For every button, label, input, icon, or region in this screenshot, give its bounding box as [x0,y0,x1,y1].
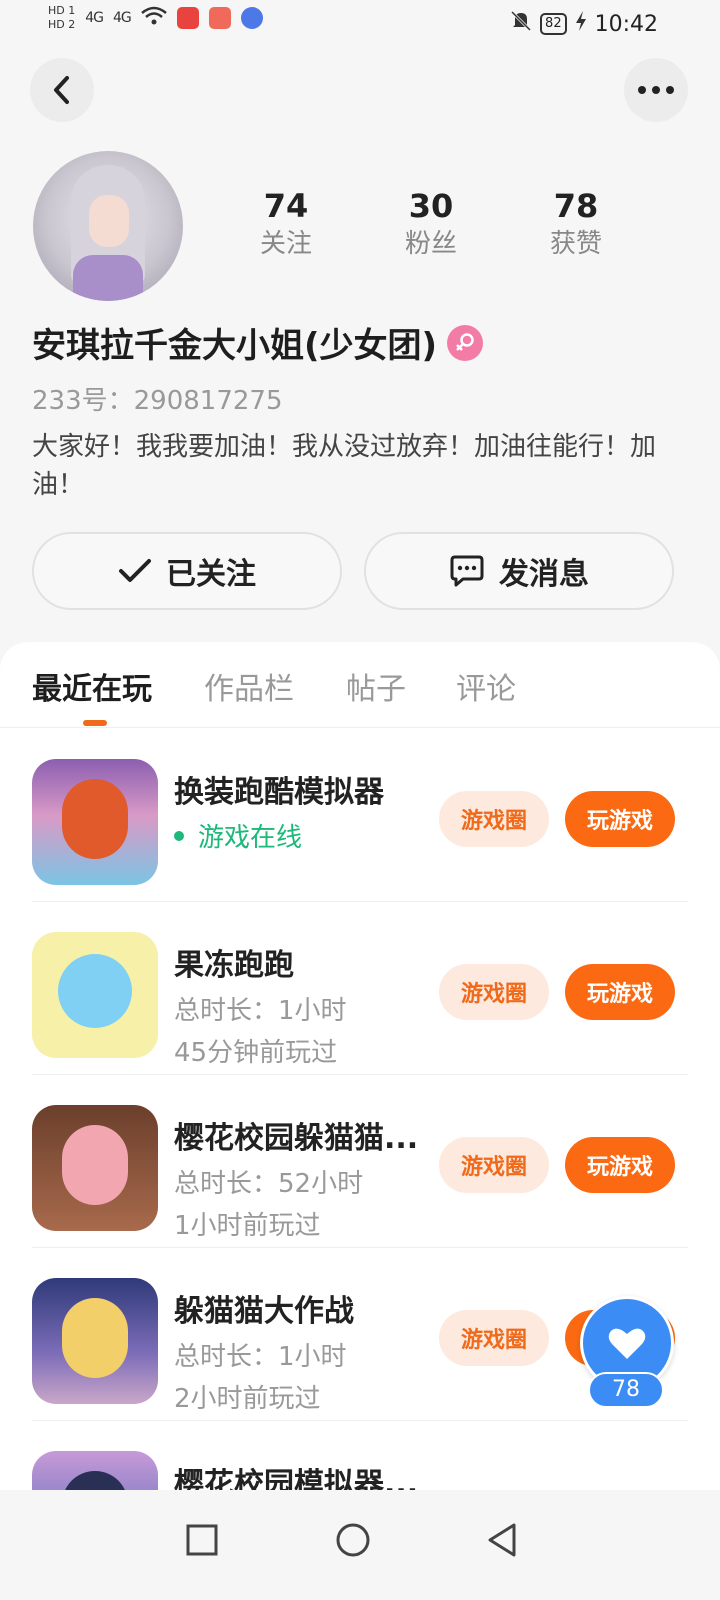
checkmark-icon [119,559,151,582]
mute-icon [510,10,532,38]
game-thumbnail [32,759,158,885]
following-button[interactable]: 已关注 [32,532,342,610]
signal-icon: 4G [85,10,104,26]
recent-apps-button[interactable] [172,1510,232,1570]
back-button[interactable] [30,58,94,122]
game-thumbnail [32,932,158,1058]
like-count-badge: 78 [588,1372,664,1408]
game-row[interactable]: 换装跑酷模拟器 游戏在线 游戏圈 玩游戏 [32,729,688,902]
app-notification-icon [176,7,199,29]
game-row[interactable]: 樱花校园躲猫猫... 总时长：52小时 1小时前玩过 游戏圈 玩游戏 [32,1075,688,1248]
chat-bubble-icon [450,555,484,587]
hd-indicator: HD 1 HD 2 [48,4,76,31]
wifi-icon [140,6,167,30]
game-name: 躲猫猫大作战 [174,1294,354,1329]
followers-count: 30 [408,187,454,225]
play-game-button[interactable]: 玩游戏 [565,791,675,847]
game-total-time: 总时长：1小时 [174,996,347,1026]
game-total-time: 总时长：1小时 [174,1342,347,1372]
music-app-icon [240,7,263,29]
game-circle-button[interactable]: 游戏圈 [439,1310,549,1366]
game-circle-button[interactable]: 游戏圈 [439,791,549,847]
chevron-left-icon [54,76,69,104]
following-count: 74 [263,187,309,225]
more-dots-icon [638,86,674,94]
play-game-button[interactable]: 玩游戏 [565,964,675,1020]
game-name: 樱花校园躲猫猫... [174,1121,419,1156]
game-online-status: 游戏在线 [174,817,302,854]
following-label: 关注 [259,229,312,259]
game-last-played: 45分钟前玩过 [174,1038,338,1068]
tab-posts[interactable]: 帖子 [346,664,406,708]
signal-icon: 4G [113,10,132,26]
user-id: 233号：290817275 [32,386,283,416]
back-nav-button[interactable] [472,1510,532,1570]
clock: 10:42 [594,11,658,37]
likes-label: 获赞 [549,229,602,259]
system-navigation-bar [0,1490,720,1600]
avatar[interactable] [33,151,183,301]
profile-bio: 大家好！我我要加油！我从没过放弃！加油往能行！加油！ [32,432,657,500]
game-circle-button[interactable]: 游戏圈 [439,964,549,1020]
charging-icon [575,10,587,38]
online-dot-icon [174,830,184,841]
game-circle-button[interactable]: 游戏圈 [439,1137,549,1193]
home-button[interactable] [323,1510,383,1570]
game-thumbnail [32,1105,158,1231]
likes-count: 78 [553,187,599,225]
square-icon [186,1524,218,1556]
nickname-text: 安琪拉千金大小姐(少女团) [32,326,438,366]
game-name: 果冻跑跑 [174,948,294,983]
send-message-button[interactable]: 发消息 [364,532,674,610]
profile-tabs: 最近在玩 作品栏 帖子 评论 [0,642,720,728]
game-last-played: 1小时前玩过 [174,1211,321,1241]
triangle-back-icon [488,1523,516,1557]
app-notification-icon [208,7,231,29]
tab-works[interactable]: 作品栏 [204,664,294,708]
tab-comments[interactable]: 评论 [456,664,516,708]
circle-icon [336,1523,370,1557]
battery-icon: 82 [540,13,567,35]
game-last-played: 2小时前玩过 [174,1384,321,1414]
send-message-label: 发消息 [499,557,589,592]
game-name: 换装跑酷模拟器 [174,775,384,810]
tab-recently-played[interactable]: 最近在玩 [32,664,152,708]
followers-label: 粉丝 [404,229,457,259]
likes-stat[interactable]: 78 获赞 [521,186,631,262]
play-game-button[interactable]: 玩游戏 [565,1137,675,1193]
active-tab-indicator [83,720,107,726]
game-row[interactable]: 果冻跑跑 总时长：1小时 45分钟前玩过 游戏圈 玩游戏 [32,902,688,1075]
more-options-button[interactable] [624,58,688,122]
profile-nickname: 安琪拉千金大小姐(少女团) [32,318,484,367]
followers-stat[interactable]: 30 粉丝 [376,186,486,262]
status-bar: HD 1 HD 2 4G 4G 82 10:42 [0,0,720,50]
game-total-time: 总时长：52小时 [174,1169,364,1199]
game-thumbnail [32,1278,158,1404]
heart-icon [608,1328,646,1359]
following-stat[interactable]: 74 关注 [231,186,341,262]
following-button-label: 已关注 [166,557,256,592]
female-gender-icon [447,324,484,361]
